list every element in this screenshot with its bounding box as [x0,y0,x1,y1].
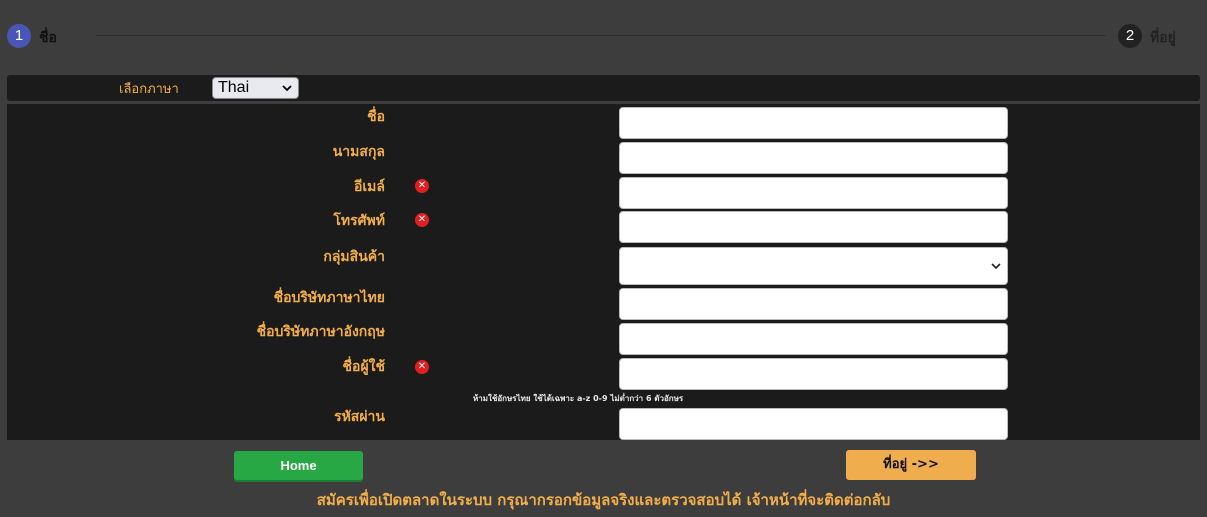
step-1-label: ชื่อ [39,30,57,46]
company-name-thai-input[interactable] [619,288,1008,320]
last-name-label: นามสกุล [332,144,385,160]
stepper: 1 ชื่อ 2 ที่อยู่ [0,0,1207,70]
first-name-input[interactable] [619,107,1008,139]
language-label: เลือกภาษา [119,82,179,97]
registration-form: ชื่อ นามสกุล อีเมล์ ✕ โทรศัพท์ ✕ กลุ่มสิ… [7,104,1200,440]
password-input[interactable] [619,408,1008,440]
username-label: ชื่อผู้ใช้ [342,359,385,375]
company-name-english-label: ชื่อบริษัทภาษาอังกฤษ [256,324,385,340]
password-label: รหัสผ่าน [334,409,385,425]
step-2-indicator: 2 [1118,24,1142,48]
footer-note: สมัครเพื่อเปิดตลาดในระบบ กรุณากรอกข้อมูล… [316,491,891,509]
company-name-english-input[interactable] [619,323,1008,355]
phone-label: โทรศัพท์ [333,213,385,229]
language-select[interactable]: Thai [212,77,299,99]
product-group-label: กลุ่มสินค้า [323,249,385,265]
next-step-button[interactable]: ที่อยู่ ->> [846,450,976,480]
step-1-indicator: 1 [7,24,31,48]
stepper-connector [96,35,1106,36]
language-bar: เลือกภาษา Thai [7,75,1200,101]
home-button[interactable]: Home [234,451,363,480]
username-hint: ห้ามใช้อักษรไทย ใช้ได้เฉพาะ a-z 0-9 ไม่ต… [473,394,684,403]
email-label: อีเมล์ [353,179,385,195]
chevron-down-icon [991,261,1001,274]
required-error-icon: ✕ [415,179,429,193]
username-input[interactable] [619,358,1008,390]
required-error-icon: ✕ [415,213,429,227]
last-name-input[interactable] [619,142,1008,174]
email-input[interactable] [619,177,1008,209]
language-selected-value: Thai [218,79,250,96]
product-group-select[interactable] [619,247,1008,285]
step-2-label: ที่อยู่ [1150,30,1176,46]
first-name-label: ชื่อ [367,109,385,125]
chevron-down-icon [282,78,292,104]
phone-input[interactable] [619,211,1008,243]
company-name-thai-label: ชื่อบริษัทภาษาไทย [273,290,385,306]
required-error-icon: ✕ [415,360,429,374]
